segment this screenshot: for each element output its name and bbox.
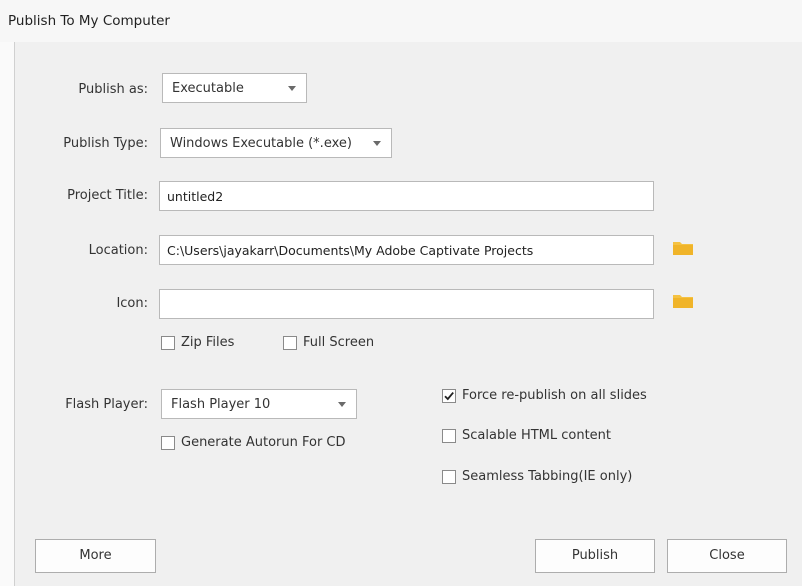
scalable-html-checkbox[interactable]: Scalable HTML content [442,428,672,444]
full-screen-label: Full Screen [303,335,375,350]
flash-player-select[interactable]: Flash Player 10 [161,389,357,419]
zip-files-checkbox[interactable]: Zip Files [161,335,271,351]
icon-label: Icon: [116,296,148,311]
seamless-tabbing-checkbox[interactable]: Seamless Tabbing(IE only) [442,469,672,485]
checkbox-box[interactable] [283,336,297,350]
chevron-down-icon [373,141,381,146]
flash-player-value: Flash Player 10 [171,397,271,412]
full-screen-checkbox[interactable]: Full Screen [283,335,393,351]
more-button[interactable]: More [35,539,156,573]
publish-as-select[interactable]: Executable [162,73,307,103]
checkbox-box[interactable] [442,429,456,443]
zip-files-label: Zip Files [181,335,235,350]
location-label: Location: [88,243,148,258]
checkbox-box[interactable] [161,336,175,350]
location-input[interactable] [159,235,654,265]
force-republish-checkbox[interactable]: Force re-publish on all slides [442,388,672,404]
flash-player-label: Flash Player: [65,397,148,412]
seamless-tabbing-label: Seamless Tabbing(IE only) [462,469,633,484]
publish-type-value: Windows Executable (*.exe) [170,136,352,151]
window-title: Publish To My Computer [8,13,170,29]
publish-type-select[interactable]: Windows Executable (*.exe) [160,128,392,158]
checkbox-box[interactable] [442,389,456,403]
checkmark-icon [444,392,454,401]
checkbox-box[interactable] [161,436,175,450]
generate-autorun-label: Generate Autorun For CD [181,435,346,450]
close-button[interactable]: Close [667,539,787,573]
publish-as-label: Publish as: [78,82,148,97]
scalable-html-label: Scalable HTML content [462,428,612,443]
publish-type-label: Publish Type: [63,136,148,151]
left-edge [0,42,14,586]
publish-as-value: Executable [172,81,244,96]
project-title-input[interactable] [159,181,654,211]
folder-icon[interactable] [672,240,694,256]
publish-button[interactable]: Publish [535,539,655,573]
chevron-down-icon [338,402,346,407]
icon-input[interactable] [159,289,654,319]
folder-icon[interactable] [672,293,694,309]
title-bar: Publish To My Computer [0,0,802,43]
chevron-down-icon [288,86,296,91]
force-republish-label: Force re-publish on all slides [462,388,647,403]
checkbox-box[interactable] [442,470,456,484]
generate-autorun-checkbox[interactable]: Generate Autorun For CD [161,435,361,451]
project-title-label: Project Title: [67,188,148,203]
